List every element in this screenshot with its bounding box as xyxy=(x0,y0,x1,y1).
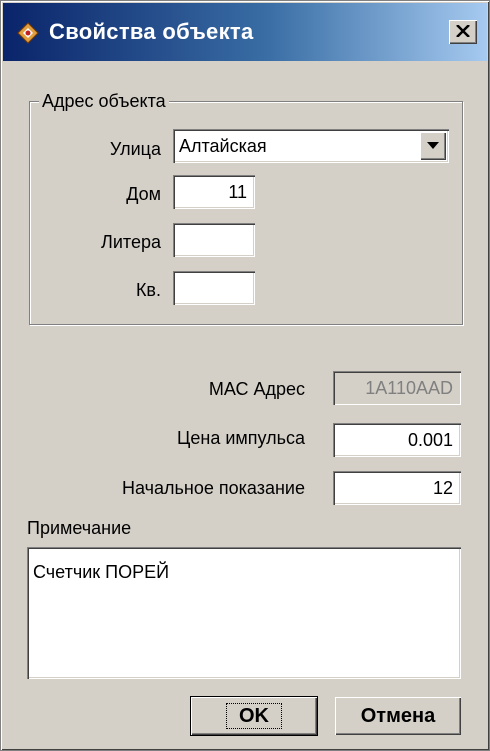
house-input[interactable]: 11 xyxy=(173,175,255,209)
close-button[interactable] xyxy=(449,20,477,44)
letter-input[interactable] xyxy=(173,223,255,257)
street-label: Улица xyxy=(109,139,161,159)
note-label: Примечание xyxy=(27,518,132,538)
pulse-price-value: 0.001 xyxy=(407,430,453,450)
mac-address-value: 1A110AAD xyxy=(365,378,453,398)
pulse-price-label: Цена импульса xyxy=(177,428,305,448)
close-icon xyxy=(456,25,470,37)
title-bar[interactable]: Свойства объекта xyxy=(3,3,487,61)
street-combobox[interactable]: Алтайская xyxy=(173,129,449,163)
dialog-title: Свойства объекта xyxy=(49,19,254,44)
street-dropdown-button[interactable] xyxy=(420,132,446,160)
mac-address-label: МАС Адрес xyxy=(208,379,305,399)
properties-dialog: Свойства объекта Адрес объекта Улица Алт… xyxy=(0,0,490,751)
ok-button[interactable]: OK xyxy=(190,696,318,736)
address-groupbox-legend: Адрес объекта xyxy=(39,91,169,111)
chevron-down-icon xyxy=(427,142,439,149)
mac-address-input: 1A110AAD xyxy=(333,371,461,405)
apartment-input[interactable] xyxy=(173,271,255,305)
initial-reading-value: 12 xyxy=(432,478,453,498)
note-value: Счетчик ПОРЕЙ xyxy=(33,562,170,582)
initial-reading-label: Начальное показание xyxy=(122,478,305,498)
house-label: Дом xyxy=(126,184,161,204)
note-textarea[interactable]: Счетчик ПОРЕЙ xyxy=(27,547,461,679)
apartment-label: Кв. xyxy=(135,280,161,300)
initial-reading-input[interactable]: 12 xyxy=(333,471,461,505)
object-properties-icon xyxy=(17,22,39,44)
cancel-button-label: Отмена xyxy=(360,705,436,727)
ok-button-label: OK xyxy=(226,703,282,729)
street-value: Алтайская xyxy=(179,136,267,156)
letter-label: Литера xyxy=(101,232,161,252)
house-value: 11 xyxy=(228,182,247,202)
cancel-button[interactable]: Отмена xyxy=(335,697,461,735)
pulse-price-input[interactable]: 0.001 xyxy=(333,423,461,457)
